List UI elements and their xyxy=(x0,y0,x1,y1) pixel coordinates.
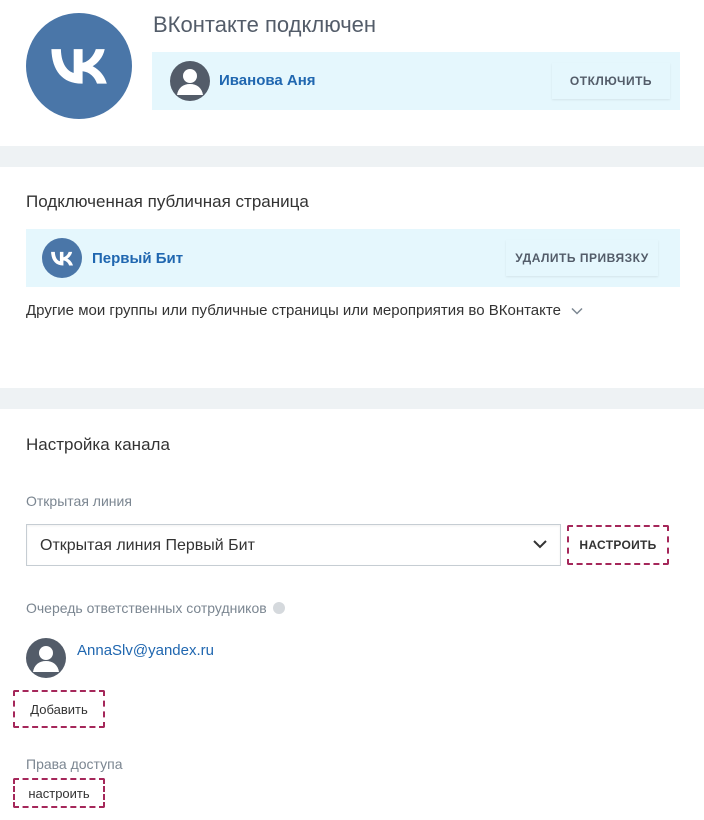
queue-user-email[interactable]: AnnaSlv@yandex.ru xyxy=(77,642,214,659)
other-groups-label: Другие мои группы или публичные страницы… xyxy=(26,302,561,319)
vk-logo-icon xyxy=(42,238,82,278)
chevron-down-icon xyxy=(532,538,548,550)
open-line-label: Открытая линия xyxy=(26,493,132,509)
public-page-name[interactable]: Первый Бит xyxy=(92,250,183,267)
access-rights-label: Права доступа xyxy=(26,756,123,772)
public-page-title: Подключенная публичная страница xyxy=(26,192,309,211)
access-setup-button[interactable]: настроить xyxy=(13,778,105,808)
connected-account-bar: Иванова Аня ОТКЛЮЧИТЬ xyxy=(152,52,680,110)
vk-logo-icon xyxy=(26,13,132,119)
connected-title: ВКонтакте подключен xyxy=(153,12,377,37)
user-avatar-icon xyxy=(26,638,66,678)
user-avatar-icon xyxy=(170,61,210,101)
public-page-bar: Первый Бит УДАЛИТЬ ПРИВЯЗКУ xyxy=(26,229,680,287)
open-line-select-value: Открытая линия Первый Бит xyxy=(40,537,255,554)
open-line-select[interactable]: Открытая линия Первый Бит xyxy=(26,524,561,566)
section-divider xyxy=(0,146,704,167)
disconnect-button[interactable]: ОТКЛЮЧИТЬ xyxy=(552,63,670,99)
unbind-button[interactable]: УДАЛИТЬ ПРИВЯЗКУ xyxy=(506,240,658,276)
account-name[interactable]: Иванова Аня xyxy=(219,72,316,89)
other-groups-toggle[interactable]: Другие мои группы или публичные страницы… xyxy=(26,302,583,319)
add-user-button[interactable]: Добавить xyxy=(13,690,105,728)
chevron-down-icon xyxy=(571,307,583,315)
vk-connector-settings-page: ВКонтакте подключен Иванова Аня ОТКЛЮЧИТ… xyxy=(0,0,704,820)
queue-label-row: Очередь ответственных сотрудников xyxy=(26,600,285,616)
channel-settings-title: Настройка канала xyxy=(26,435,170,454)
section-divider xyxy=(0,388,704,409)
help-icon[interactable] xyxy=(272,602,285,614)
setup-open-line-button[interactable]: НАСТРОИТЬ xyxy=(567,525,669,565)
queue-label: Очередь ответственных сотрудников xyxy=(26,600,267,616)
